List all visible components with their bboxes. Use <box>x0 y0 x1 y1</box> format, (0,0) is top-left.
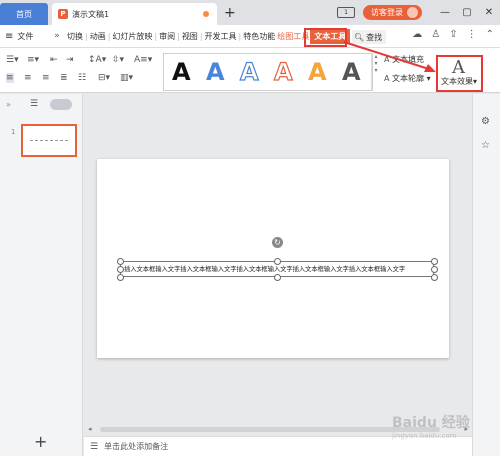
text-align-icon[interactable]: A≡▾ <box>134 55 152 65</box>
more-icon[interactable]: ⋮ <box>467 29 477 40</box>
watermark: Baidu 经验 jingyan.baidu.com <box>392 412 470 440</box>
resize-handle-middle-left[interactable] <box>117 266 124 273</box>
watermark-main: Baidu 经验 <box>392 415 470 431</box>
columns-icon[interactable]: ▥▾ <box>120 73 133 83</box>
pin-icon[interactable]: ☆ <box>481 140 490 151</box>
tab-2[interactable]: 动画 <box>89 31 107 42</box>
minimize-icon[interactable]: — <box>434 7 456 18</box>
unsaved-dot-icon <box>203 11 209 17</box>
document-tab[interactable]: P 演示文稿1 <box>52 3 217 25</box>
increase-indent-icon[interactable]: ⇥ <box>66 55 74 65</box>
text-effect-label-wrap: 文本效果▾ <box>441 77 478 86</box>
text-box-content[interactable]: 插入文本框输入文字插入文本框输入文字插入文本框输入文字插入文本框输入文字插入文本… <box>124 264 405 273</box>
text-effect-icon: A <box>452 57 465 78</box>
tab-0[interactable]: 切换 <box>66 31 84 42</box>
right-toolbar: ⚙ ☆ <box>472 94 500 456</box>
scrollbar-thumb[interactable] <box>100 427 440 432</box>
export-icon[interactable]: ⇪ <box>449 29 457 40</box>
guest-login-label: 访客登录 <box>371 8 403 17</box>
resize-handle-top-center[interactable] <box>274 258 281 265</box>
decrease-indent-icon[interactable]: ⇤ <box>50 55 58 65</box>
thumbnail-text-line <box>30 140 68 141</box>
text-style-orange-outline[interactable]: A <box>273 56 293 88</box>
scroll-left-icon[interactable]: ◂ <box>88 425 92 433</box>
tab-4[interactable]: 幻灯片放映 <box>111 31 153 42</box>
notes-placeholder: 单击此处添加备注 <box>104 442 169 451</box>
resize-handle-middle-right[interactable] <box>431 266 438 273</box>
rotate-handle-icon[interactable]: ↻ <box>272 237 283 248</box>
slide-number: 1 <box>11 128 16 136</box>
slide-canvas[interactable] <box>97 159 449 358</box>
resize-handle-bottom-right[interactable] <box>431 274 438 281</box>
text-effect-label: 文本效果 <box>441 77 473 86</box>
file-menu-label: 文件 <box>17 31 34 41</box>
expand-tabs-icon[interactable]: » <box>48 31 66 41</box>
hamburger-icon: ≡ <box>5 30 14 42</box>
vertical-align-icon[interactable]: ⊟▾ <box>98 73 110 83</box>
annotation-arrow <box>343 41 436 72</box>
align-left-icon[interactable]: ≡ <box>6 73 14 83</box>
text-style-blue[interactable]: A <box>206 56 225 88</box>
home-tab[interactable]: 首页 <box>0 3 48 25</box>
text-style-black[interactable]: A <box>172 56 191 88</box>
resize-handle-top-right[interactable] <box>431 258 438 265</box>
property-settings-icon[interactable]: ⚙ <box>481 116 490 127</box>
slide-view-icon[interactable] <box>50 99 72 110</box>
guest-login-button[interactable]: 访客登录 <box>363 5 422 20</box>
document-tab-label: 演示文稿1 <box>72 9 110 19</box>
distribute-icon[interactable]: ☷ <box>78 73 86 83</box>
avatar <box>407 7 418 18</box>
justify-icon[interactable]: ≣ <box>60 73 68 83</box>
presentation-icon: P <box>58 9 68 19</box>
tab-12[interactable]: 特色功能 <box>242 31 276 42</box>
tab-8[interactable]: 视图 <box>181 31 199 42</box>
text-direction-icon[interactable]: ↕A▾ <box>88 55 106 65</box>
text-style-blue-outline[interactable]: A <box>239 56 259 88</box>
title-bar: 首页 P 演示文稿1 + 1 访客登录 — ▢ ✕ <box>0 0 500 25</box>
add-slide-button[interactable]: + <box>34 432 47 451</box>
collapse-panel-icon[interactable]: » <box>6 100 11 109</box>
maximize-icon[interactable]: ▢ <box>456 7 478 18</box>
text-style-yellow[interactable]: A <box>308 56 327 88</box>
panel-toolbar: » ☰ <box>0 96 83 114</box>
new-tab-button[interactable]: + <box>224 6 236 20</box>
watermark-sub: jingyan.baidu.com <box>392 432 457 440</box>
align-center-icon[interactable]: ≡ <box>24 73 32 83</box>
bullet-list-icon[interactable]: ☰▾ <box>6 55 19 65</box>
resize-handle-bottom-center[interactable] <box>274 274 281 281</box>
resize-handle-bottom-left[interactable] <box>117 274 124 281</box>
slide-thumbnail[interactable] <box>21 124 77 157</box>
slides-panel: » ☰ 1 + <box>0 94 83 456</box>
numbered-list-icon[interactable]: ≡▾ <box>27 55 39 65</box>
window-count-badge[interactable]: 1 <box>337 7 355 18</box>
close-icon[interactable]: ✕ <box>478 7 500 18</box>
tab-6[interactable]: 审阅 <box>158 31 176 42</box>
collapse-ribbon-icon[interactable]: ⌃ <box>486 29 494 40</box>
tab-10[interactable]: 开发工具 <box>204 31 238 42</box>
text-effect-button[interactable]: A 文本效果▾ <box>436 55 483 92</box>
align-right-icon[interactable]: ≡ <box>42 73 50 83</box>
line-spacing-icon[interactable]: ⇳▾ <box>112 55 124 65</box>
resize-handle-top-left[interactable] <box>117 258 124 265</box>
notes-icon: ☰ <box>90 441 99 452</box>
file-menu[interactable]: ≡ 文件 <box>0 31 48 42</box>
outline-view-icon[interactable]: ☰ <box>30 99 38 109</box>
